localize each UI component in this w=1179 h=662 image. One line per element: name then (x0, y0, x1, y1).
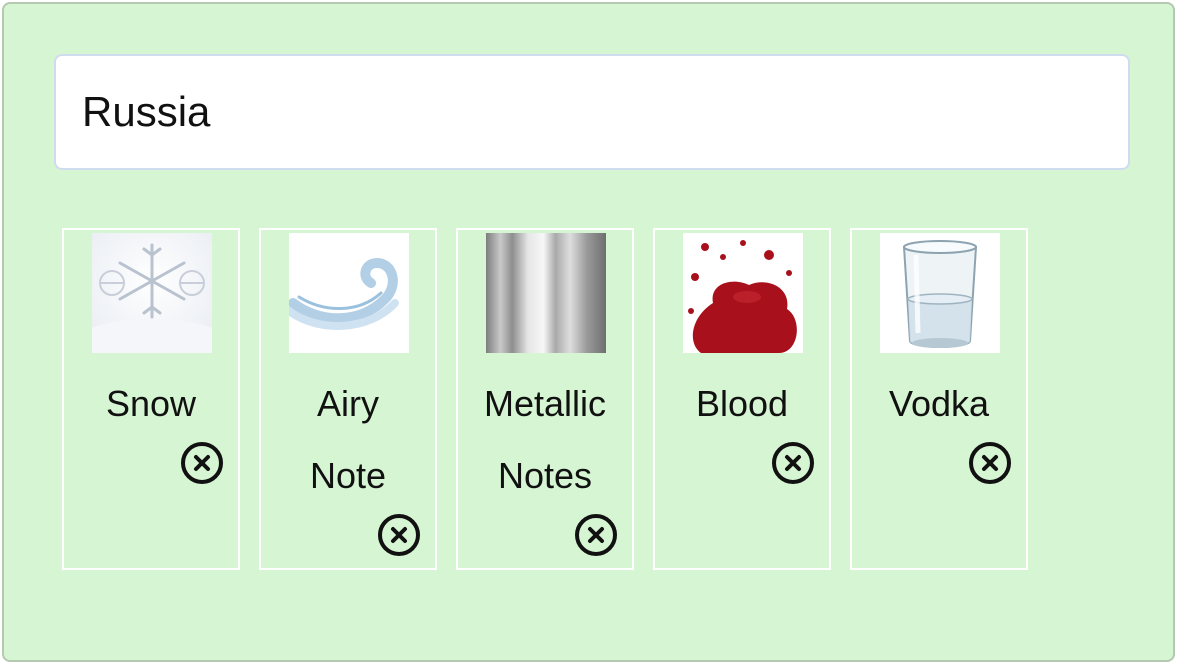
search-input[interactable] (54, 54, 1130, 170)
tag-label: Airy Note (309, 383, 387, 496)
tag-label: Metallic Notes (483, 383, 607, 496)
glass-of-vodka-image-icon (880, 233, 1000, 353)
tag-list: Snow Airy Note Metallic Notes Blood Vodk… (62, 228, 1028, 570)
remove-blood-close-icon[interactable] (771, 441, 815, 485)
tag-card-metallic-notes[interactable]: Metallic Notes (456, 228, 634, 570)
blood-splatter-image-icon (683, 233, 803, 353)
snowflake-image-icon (92, 233, 212, 353)
remove-snow-close-icon[interactable] (180, 441, 224, 485)
tag-panel: Snow Airy Note (2, 2, 1175, 662)
tag-card-vodka[interactable]: Vodka (850, 228, 1028, 570)
remove-metallic-notes-close-icon[interactable] (574, 513, 618, 557)
remove-vodka-close-icon[interactable] (968, 441, 1012, 485)
metal-texture-image-icon (486, 233, 606, 353)
remove-airy-note-close-icon[interactable] (377, 513, 421, 557)
air-swirl-image-icon (289, 233, 409, 353)
tag-card-airy-note[interactable]: Airy Note (259, 228, 437, 570)
tag-card-blood[interactable]: Blood (653, 228, 831, 570)
tag-label: Snow (105, 383, 197, 424)
tag-label: Blood (695, 383, 789, 424)
tag-card-snow[interactable]: Snow (62, 228, 240, 570)
tag-label: Vodka (888, 383, 990, 424)
